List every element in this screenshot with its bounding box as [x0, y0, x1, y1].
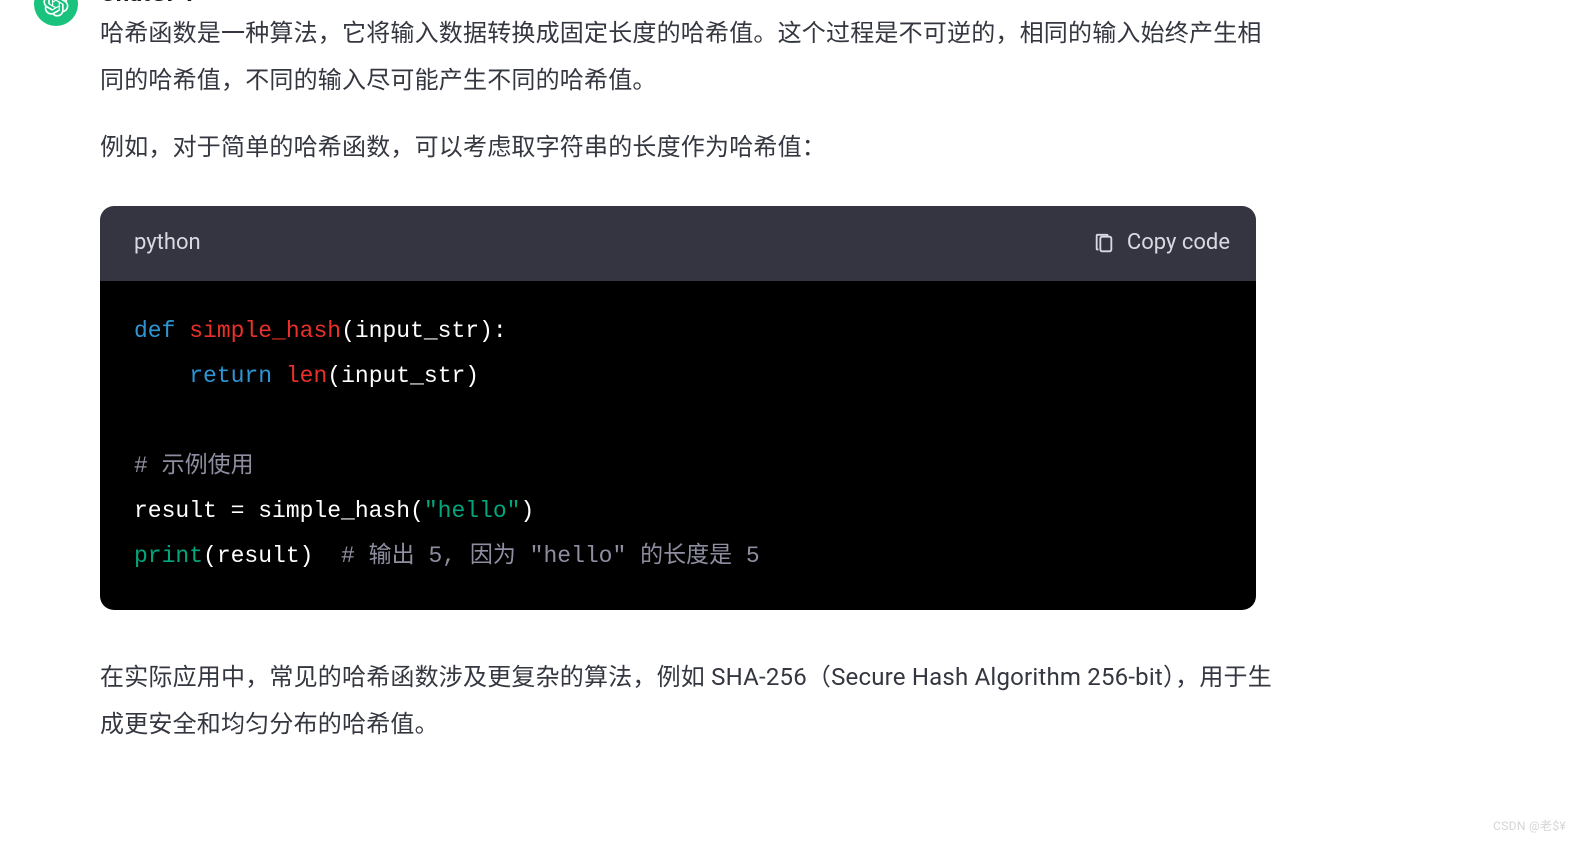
copy-code-label: Copy code — [1127, 222, 1230, 265]
code-token: len — [286, 363, 327, 389]
code-token: # 输出 5, 因为 "hello" 的长度是 5 — [341, 543, 760, 569]
code-block: python Copy code def simple_hash(input_s… — [100, 206, 1256, 610]
code-token: ) — [520, 498, 534, 524]
assistant-message: 哈希函数是一种算法，它将输入数据转换成固定长度的哈希值。这个过程是不可逆的，相同… — [0, 0, 1576, 748]
code-content: def simple_hash(input_str): return len(i… — [100, 281, 1256, 610]
code-token: result = simple_hash( — [134, 498, 424, 524]
openai-logo-icon — [43, 0, 69, 17]
paragraph-2: 例如，对于简单的哈希函数，可以考虑取字符串的长度作为哈希值： — [100, 124, 1276, 171]
copy-code-button[interactable]: Copy code — [1093, 222, 1230, 265]
paragraph-1: 哈希函数是一种算法，它将输入数据转换成固定长度的哈希值。这个过程是不可逆的，相同… — [100, 10, 1276, 104]
code-token: "hello" — [424, 498, 521, 524]
code-token: (result) — [203, 543, 341, 569]
code-token: def — [134, 318, 175, 344]
code-token: return — [189, 363, 272, 389]
code-token: # 示例使用 — [134, 453, 254, 479]
code-token: simple_hash — [189, 318, 341, 344]
code-language-label: python — [134, 222, 201, 265]
watermark: CSDN @老$¥ — [1493, 815, 1566, 838]
author-name: ChatGPT — [100, 0, 197, 17]
code-token: print — [134, 543, 203, 569]
code-token: (input_str): — [341, 318, 507, 344]
code-block-header: python Copy code — [100, 206, 1256, 281]
code-token: (input_str) — [327, 363, 479, 389]
clipboard-icon — [1093, 233, 1115, 255]
paragraph-3: 在实际应用中，常见的哈希函数涉及更复杂的算法，例如 SHA-256（Secure… — [100, 654, 1276, 748]
